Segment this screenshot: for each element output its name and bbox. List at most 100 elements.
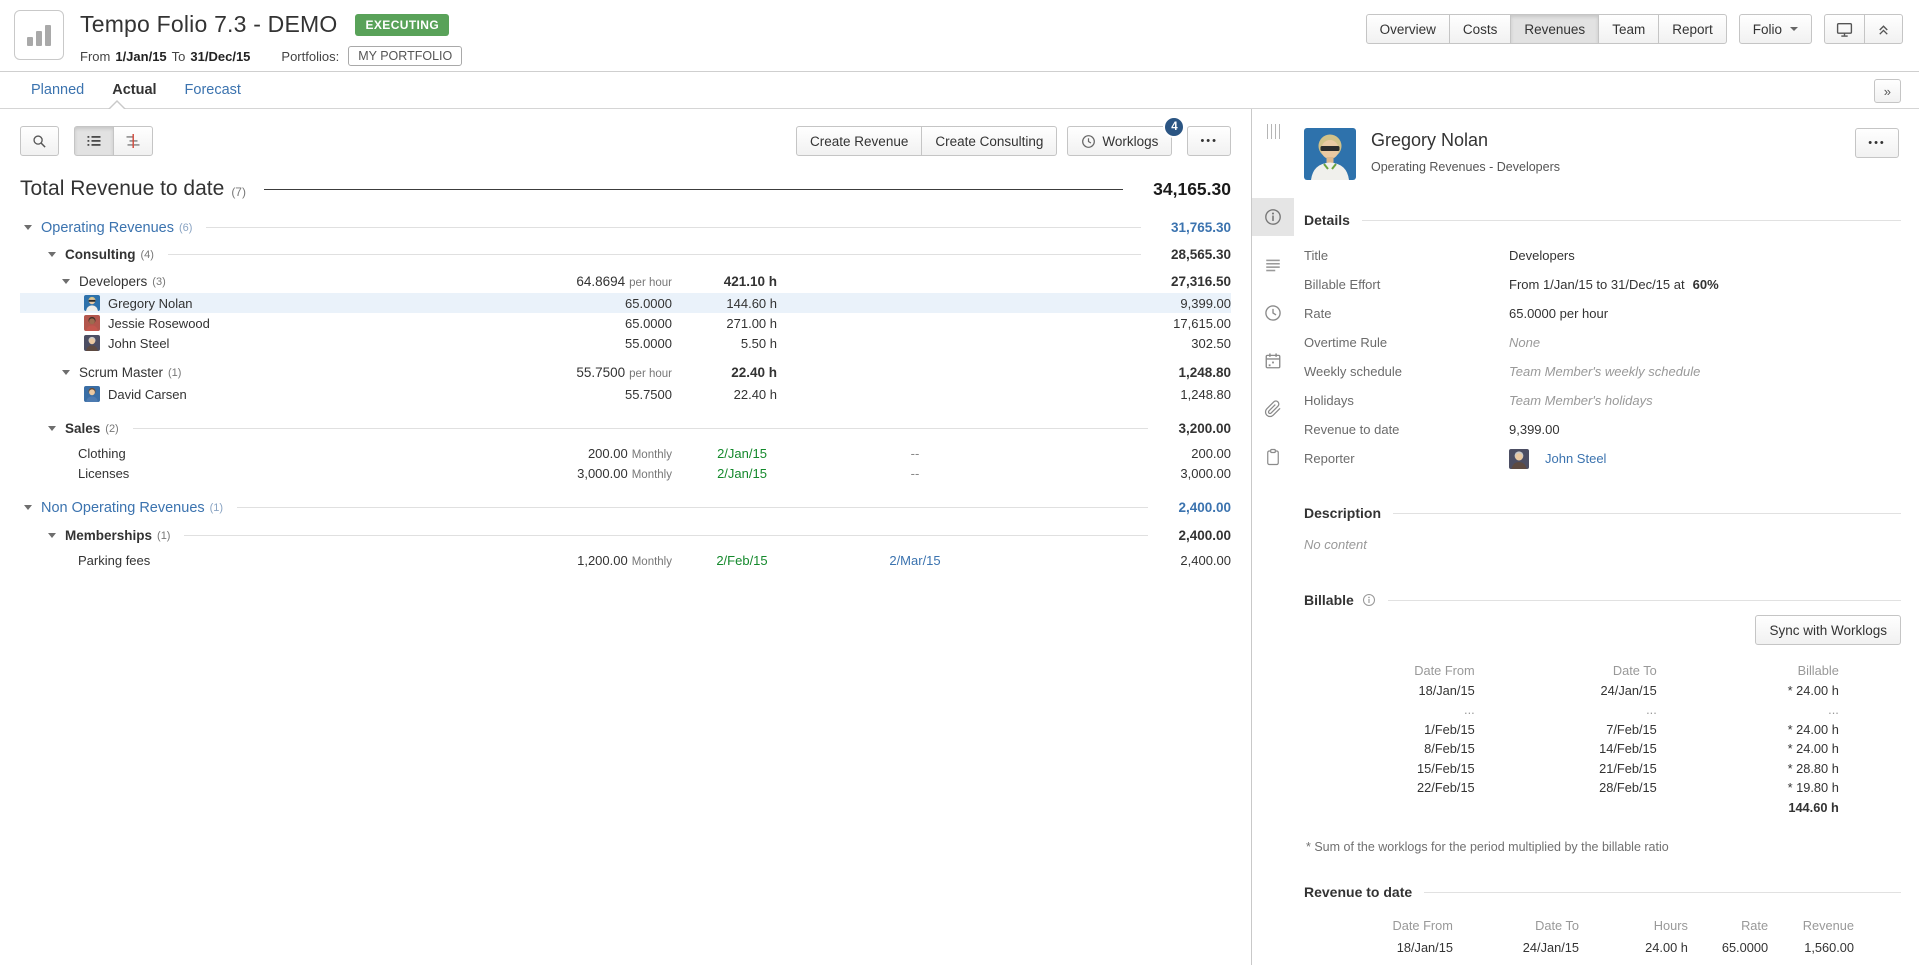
revenue-row-john-steel[interactable]: John Steel55.00005.50 h302.50 [20, 333, 1231, 353]
revenue-row-developers[interactable]: Developers(3)64.8694per hour421.10 h27,3… [20, 270, 1231, 293]
row-amount: 2,400.00 [1178, 500, 1231, 515]
panel-person-name: Gregory Nolan [1371, 130, 1560, 151]
nav-tab-report[interactable]: Report [1658, 14, 1727, 44]
header: Tempo Folio 7.3 - DEMO EXECUTING From 1/… [0, 0, 1919, 72]
folio-menu-button[interactable]: Folio [1739, 14, 1812, 44]
collapse-arrow-icon[interactable] [48, 533, 56, 538]
row-start-date: 2/Jan/15 [662, 466, 822, 481]
search-button[interactable] [20, 126, 59, 156]
nav-tab-costs[interactable]: Costs [1449, 14, 1512, 44]
presentation-icon [1836, 21, 1853, 38]
panel-tab-info-icon[interactable] [1252, 198, 1294, 236]
row-name: Gregory Nolan [108, 296, 193, 311]
total-revenue-row: Total Revenue to date (7) 34,165.30 [20, 171, 1231, 207]
detail-value: From 1/Jan/15 to 31/Dec/15 at 60% [1509, 277, 1719, 292]
detail-label: Reporter [1304, 451, 1509, 466]
row-name: David Carsen [108, 387, 187, 402]
revenue-row-consulting[interactable]: Consulting(4) 28,565.30 [20, 243, 1231, 266]
detail-row-weekly-schedule: Weekly scheduleTeam Member's weekly sche… [1304, 357, 1901, 386]
revenue-row-parking-fees[interactable]: Parking fees1,200.00Monthly2/Feb/152/Mar… [20, 550, 1231, 570]
status-badge: EXECUTING [355, 14, 449, 36]
chevron-down-icon [1790, 27, 1798, 31]
panel-tab-description-icon[interactable] [1252, 246, 1294, 284]
detail-label: Rate [1304, 306, 1509, 321]
row-name: Non Operating Revenues [41, 500, 205, 516]
search-icon [32, 134, 47, 149]
nav-tab-revenues[interactable]: Revenues [1510, 14, 1599, 44]
expand-tools-button[interactable]: » [1874, 79, 1901, 103]
reporter-link[interactable]: John Steel [1545, 451, 1606, 466]
rtd-column-header: Hours [1579, 915, 1688, 937]
revenue-row-scrum-master[interactable]: Scrum Master(1)55.7500per hour22.40 h1,2… [20, 361, 1231, 384]
row-name: John Steel [108, 336, 169, 351]
avatar [84, 315, 100, 331]
collapse-arrow-icon[interactable] [24, 505, 32, 510]
collapse-arrow-icon[interactable] [62, 370, 70, 375]
nav-tab-overview[interactable]: Overview [1366, 14, 1450, 44]
presentation-mode-button[interactable] [1824, 14, 1865, 44]
folio-meta: From 1/Jan/15 To 31/Dec/15 Portfolios: M… [80, 46, 462, 66]
panel-tab-clipboard-icon[interactable] [1252, 438, 1294, 476]
billable-column-header: Date From [1304, 661, 1475, 681]
panel-tab-attachment-icon[interactable] [1252, 390, 1294, 428]
from-label: From [80, 49, 110, 64]
create-consulting-button[interactable]: Create Consulting [921, 126, 1057, 156]
revenue-row-licenses[interactable]: Licenses3,000.00Monthly2/Jan/15--3,000.0… [20, 463, 1231, 483]
sync-with-worklogs-button[interactable]: Sync with Worklogs [1755, 615, 1901, 645]
row-count: (1) [157, 530, 170, 542]
collapse-arrow-icon[interactable] [62, 279, 70, 284]
row-count: (4) [141, 249, 154, 261]
more-actions-button[interactable]: ••• [1187, 126, 1231, 156]
revenue-row-gregory-nolan[interactable]: Gregory Nolan65.0000144.60 h9,399.00 [20, 293, 1231, 313]
billable-row: 15/Feb/1521/Feb/15* 28.80 h [1304, 759, 1901, 779]
row-name: Operating Revenues [41, 220, 174, 236]
portfolio-chip[interactable]: MY PORTFOLIO [348, 46, 462, 66]
timeline-view-button[interactable] [113, 126, 153, 156]
avatar [1304, 128, 1356, 180]
revenue-to-date-section-heading: Revenue to date [1304, 884, 1901, 900]
avatar [84, 386, 100, 402]
revenue-row-operating-revenues[interactable]: Operating Revenues(6) 31,765.30 [20, 216, 1231, 239]
panel-resize-handle[interactable] [1264, 124, 1282, 140]
info-icon [1362, 593, 1376, 607]
total-revenue-count: (7) [231, 185, 246, 199]
view-tab-planned[interactable]: Planned [31, 82, 84, 98]
revenue-row-sales[interactable]: Sales(2) 3,200.00 [20, 417, 1231, 440]
detail-row-rate: Rate65.0000 per hour [1304, 299, 1901, 328]
revenue-row-clothing[interactable]: Clothing200.00Monthly2/Jan/15--200.00 [20, 443, 1231, 463]
worklogs-button[interactable]: Worklogs [1067, 126, 1172, 156]
bar-chart-logo-icon [14, 10, 64, 60]
billable-table: 18/Jan/1524/Jan/15* 24.00 h.........1/Fe… [1304, 681, 1901, 798]
create-revenue-button[interactable]: Create Revenue [796, 126, 922, 156]
nav-tab-team[interactable]: Team [1598, 14, 1659, 44]
to-date: 31/Dec/15 [190, 49, 250, 64]
row-name: Memberships [65, 528, 152, 543]
view-tab-forecast[interactable]: Forecast [185, 82, 241, 98]
row-amount: 302.50 [1191, 336, 1231, 351]
rtd-column-header: Rate [1688, 915, 1768, 937]
detail-row-title: TitleDevelopers [1304, 241, 1901, 270]
panel-sidebar [1252, 109, 1294, 965]
row-name: Licenses [78, 466, 129, 481]
detail-row-holidays: HolidaysTeam Member's holidays [1304, 386, 1901, 415]
revenue-row-non-operating-revenues[interactable]: Non Operating Revenues(1) 2,400.00 [20, 496, 1231, 519]
divider [206, 227, 1140, 228]
divider [264, 189, 1123, 190]
rtd-column-header: Date From [1304, 915, 1453, 937]
view-tab-actual[interactable]: Actual [112, 82, 156, 98]
rtd-column-header: Date To [1453, 915, 1579, 937]
panel-tab-worklog-clock-icon[interactable] [1252, 294, 1294, 332]
collapse-arrow-icon[interactable] [24, 225, 32, 230]
list-view-button[interactable] [74, 126, 114, 156]
panel-more-button[interactable]: ••• [1855, 128, 1899, 158]
revenue-row-jessie-rosewood[interactable]: Jessie Rosewood65.0000271.00 h17,615.00 [20, 313, 1231, 333]
collapse-arrow-icon[interactable] [48, 252, 56, 257]
collapse-arrow-icon[interactable] [48, 426, 56, 431]
avatar [1509, 449, 1529, 469]
revenue-row-memberships[interactable]: Memberships(1) 2,400.00 [20, 524, 1231, 547]
collapse-header-button[interactable] [1864, 14, 1903, 44]
row-count: (6) [179, 222, 192, 234]
panel-tab-calendar-icon[interactable] [1252, 342, 1294, 380]
detail-value: 9,399.00 [1509, 422, 1560, 437]
revenue-row-david-carsen[interactable]: David Carsen55.750022.40 h1,248.80 [20, 384, 1231, 404]
